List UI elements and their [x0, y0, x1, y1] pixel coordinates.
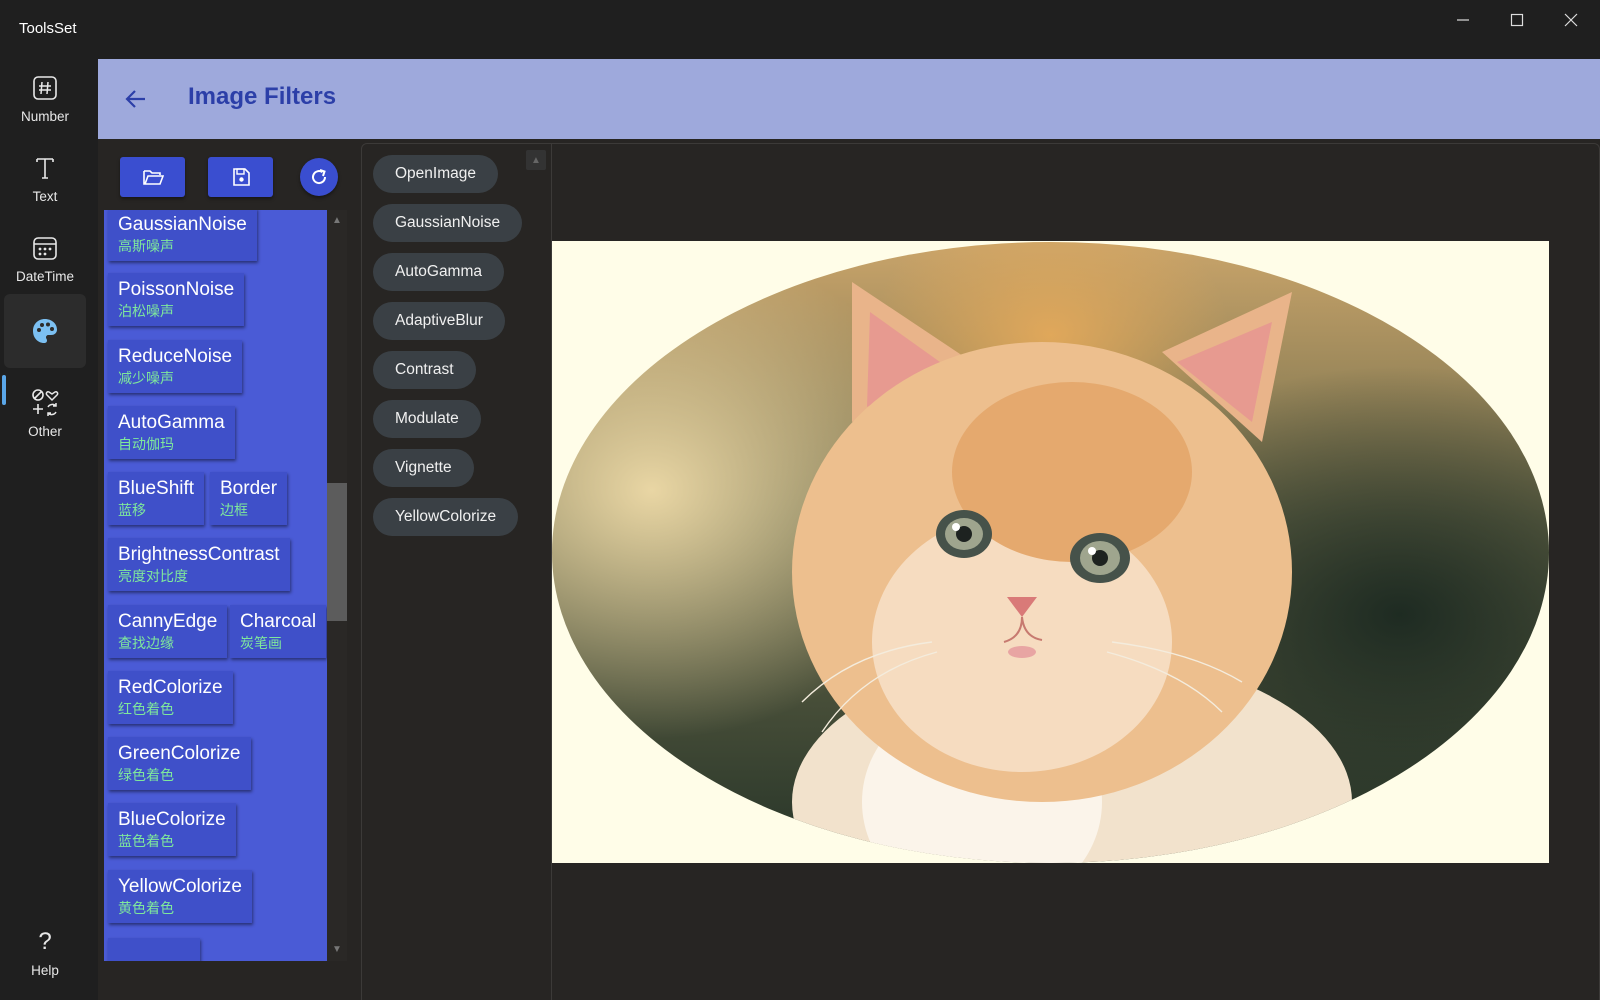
kitten-illustration [792, 282, 1352, 863]
pipeline-scroll-up-icon[interactable]: ▲ [526, 150, 546, 170]
pipeline-step[interactable]: Vignette [373, 449, 474, 487]
nav-label-number: Number [20, 108, 69, 124]
filter-card-poissonnoise[interactable]: PoissonNoise 泊松噪声 [108, 273, 245, 326]
nav-label-other: Other [28, 423, 62, 439]
close-button[interactable] [1544, 0, 1598, 40]
filter-card-border[interactable]: Border 边框 [210, 472, 288, 525]
nav-sidebar: Number Text DateTime Other ? Help [0, 58, 90, 1000]
filter-card-greencolorize[interactable]: GreenColorize 绿色着色 [108, 737, 251, 790]
filter-name-zh: 蓝移 [118, 502, 146, 518]
filter-name: GaussianNoise [118, 214, 247, 235]
preview-image-kitten [552, 242, 1549, 863]
nav-label-text: Text [32, 188, 58, 204]
help-icon: ? [38, 927, 52, 955]
nav-item-datetime[interactable]: DateTime [4, 222, 86, 296]
filter-name-zh: 绿色着色 [118, 767, 174, 783]
maximize-icon [1510, 13, 1524, 27]
pipeline-step[interactable]: AutoGamma [373, 253, 505, 291]
filter-name-zh: 边框 [220, 502, 248, 518]
minimize-button[interactable] [1436, 0, 1490, 40]
filter-name: GreenColorize [118, 743, 241, 764]
open-image-button[interactable] [120, 157, 185, 197]
filter-name-zh: 高斯噪声 [118, 238, 174, 254]
reset-button[interactable] [300, 158, 338, 196]
nav-item-text[interactable]: Text [4, 142, 86, 216]
filter-name-zh: 减少噪声 [118, 370, 174, 386]
filter-name: BlueShift [118, 478, 195, 499]
pipeline-step[interactable]: AdaptiveBlur [373, 302, 505, 340]
page-title: Image Filters [188, 83, 337, 110]
close-icon [1564, 13, 1578, 27]
pipeline-step[interactable]: Modulate [373, 400, 481, 438]
filter-name-zh: 查找边缘 [118, 635, 174, 651]
filter-card-autogamma[interactable]: AutoGamma 自动伽玛 [108, 406, 235, 459]
palette-icon [33, 319, 57, 343]
filter-name: Border [220, 478, 278, 499]
scroll-down-icon[interactable]: ▼ [329, 941, 345, 957]
nav-item-help[interactable]: ? Help [4, 916, 86, 990]
app-title: ToolsSet [19, 20, 77, 37]
save-image-button[interactable] [208, 157, 273, 197]
filter-name: BrightnessContrast [118, 544, 280, 565]
maximize-button[interactable] [1490, 0, 1544, 40]
filter-name: RedColorize [118, 677, 223, 698]
filter-name-zh: 炭笔画 [240, 635, 282, 651]
filter-name: CannyEdge [118, 611, 218, 632]
filter-card-partial[interactable] [108, 938, 200, 961]
page-header: Image Filters [98, 59, 1600, 139]
filter-name: BlueColorize [118, 809, 226, 830]
image-filters-page: Image Filters GaussianNoise 高斯噪声 Poisson… [98, 59, 1600, 1000]
filter-list-scrollbar[interactable]: ▲ ▼ [327, 210, 347, 961]
arrow-left-icon [125, 90, 145, 108]
filter-list: GaussianNoise 高斯噪声 PoissonNoise 泊松噪声 Red… [104, 210, 327, 961]
nav-item-number[interactable]: Number [4, 62, 86, 136]
filter-name-zh: 红色着色 [118, 701, 174, 717]
title-bar: ToolsSet [0, 0, 1600, 58]
filter-card-bluecolorize[interactable]: BlueColorize 蓝色着色 [108, 803, 236, 856]
scrollbar-thumb[interactable] [327, 483, 347, 621]
pipeline-step[interactable]: Contrast [373, 351, 476, 389]
filter-card-cannyedge[interactable]: CannyEdge 查找边缘 [108, 605, 228, 658]
pipeline-list: OpenImage GaussianNoise AutoGamma Adapti… [362, 144, 552, 1000]
nav-label-help: Help [31, 962, 59, 978]
filter-name-zh: 亮度对比度 [118, 568, 188, 584]
filter-card-blueshift[interactable]: BlueShift 蓝移 [108, 472, 205, 525]
filter-name-zh: 蓝色着色 [118, 833, 174, 849]
hash-icon [33, 75, 57, 100]
calendar-icon [33, 236, 57, 260]
save-icon [232, 168, 250, 186]
pipeline-step[interactable]: OpenImage [373, 155, 498, 193]
filter-card-brightnesscontrast[interactable]: BrightnessContrast 亮度对比度 [108, 538, 290, 591]
filter-name: YellowColorize [118, 876, 242, 897]
pipeline-step[interactable]: GaussianNoise [373, 204, 523, 242]
pipeline-step[interactable]: YellowColorize [373, 498, 519, 536]
refresh-icon [312, 169, 327, 185]
filter-card-gaussiannoise[interactable]: GaussianNoise 高斯噪声 [108, 210, 257, 261]
text-icon [36, 157, 54, 179]
filter-name-zh: 自动伽玛 [118, 436, 174, 452]
folder-open-icon [142, 170, 164, 185]
filter-card-reducenoise[interactable]: ReduceNoise 减少噪声 [108, 340, 243, 393]
filter-name-zh: 黄色着色 [118, 900, 174, 916]
filter-card-charcoal[interactable]: Charcoal 炭笔画 [230, 605, 327, 658]
nav-item-other[interactable]: Other [4, 376, 86, 450]
filter-card-redcolorize[interactable]: RedColorize 红色着色 [108, 671, 233, 724]
filter-name: AutoGamma [118, 412, 225, 433]
nav-label-datetime: DateTime [15, 268, 74, 284]
minimize-icon [1457, 19, 1469, 21]
shapes-icon [32, 388, 59, 416]
filter-name: ReduceNoise [118, 346, 233, 367]
nav-item-image[interactable] [4, 294, 86, 368]
filter-name: PoissonNoise [118, 279, 235, 300]
filter-card-yellowcolorize[interactable]: YellowColorize 黄色着色 [108, 870, 252, 923]
image-preview [552, 241, 1549, 863]
scroll-up-icon[interactable]: ▲ [329, 212, 345, 228]
back-button[interactable] [118, 81, 154, 117]
filter-name: Charcoal [240, 611, 317, 632]
filter-name-zh: 泊松噪声 [118, 303, 174, 319]
